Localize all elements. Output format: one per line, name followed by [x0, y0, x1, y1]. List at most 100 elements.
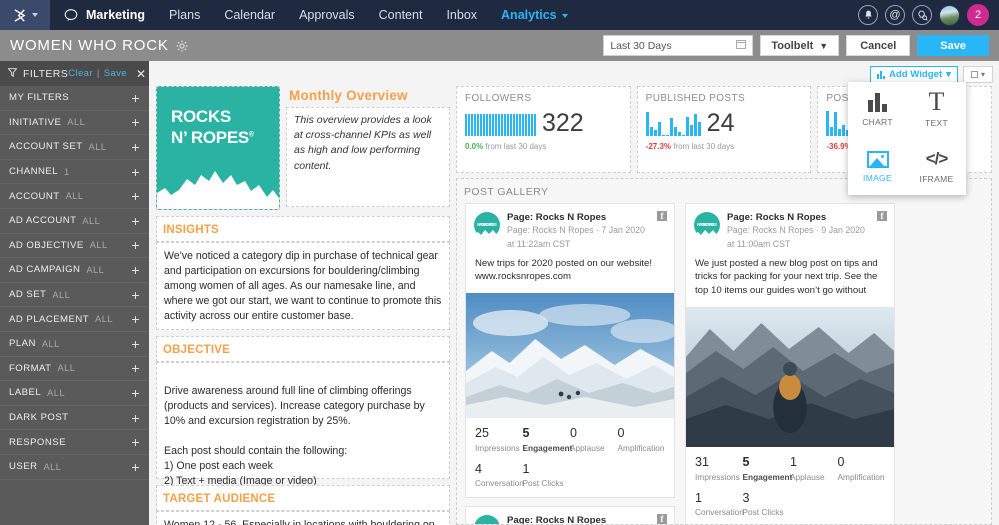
- stat-post-clicks: 1 Post Clicks: [523, 462, 571, 488]
- sidebar-item-initiative[interactable]: INITIATIVE ALL +: [0, 111, 149, 136]
- plus-icon[interactable]: +: [131, 238, 140, 252]
- monthly-overview-body-widget[interactable]: This overview provides a look at cross-c…: [286, 107, 450, 207]
- sidebar-item-format[interactable]: FORMAT ALL +: [0, 357, 149, 382]
- plus-icon[interactable]: +: [131, 312, 140, 326]
- plus-icon[interactable]: +: [131, 165, 140, 179]
- sidebar-item-label[interactable]: LABEL ALL +: [0, 381, 149, 406]
- sidebar-item-account[interactable]: ACCOUNT ALL +: [0, 184, 149, 209]
- gear-icon[interactable]: [176, 40, 188, 52]
- target-audience-title-widget[interactable]: TARGET AUDIENCE: [156, 485, 450, 511]
- nav-item-analytics[interactable]: Analytics: [489, 0, 580, 30]
- add-widget-button[interactable]: Add Widget ▾: [869, 66, 958, 83]
- plus-icon[interactable]: +: [131, 189, 140, 203]
- filters-clear-link[interactable]: Clear: [68, 68, 93, 79]
- objective-title-widget[interactable]: OBJECTIVE: [156, 336, 450, 362]
- save-button[interactable]: Save: [917, 35, 989, 56]
- sidebar-item-plan[interactable]: PLAN ALL +: [0, 332, 149, 357]
- insights-title-widget[interactable]: INSIGHTS: [156, 216, 450, 242]
- kpi-followers[interactable]: FOLLOWERS 322 0.0% from last 30 days: [456, 86, 631, 173]
- plus-icon[interactable]: +: [131, 214, 140, 228]
- layout-dropdown-button[interactable]: ▾: [963, 66, 993, 83]
- plus-icon[interactable]: +: [131, 91, 140, 105]
- plus-icon[interactable]: +: [131, 337, 140, 351]
- nav-item-inbox[interactable]: Inbox: [434, 0, 489, 30]
- user-avatar[interactable]: [939, 4, 960, 26]
- sidebar-item-ad-account[interactable]: AD ACCOUNT ALL +: [0, 209, 149, 234]
- sidebar-item-label: DARK POST: [9, 412, 69, 424]
- sidebar-item-ad-placement[interactable]: AD PLACEMENT ALL +: [0, 307, 149, 332]
- post-stats-row-2: 1 Conversation 3 Post Clicks: [695, 491, 885, 517]
- widget-option-image[interactable]: IMAGE: [848, 139, 907, 196]
- plus-icon[interactable]: +: [131, 411, 140, 425]
- sidebar-item-ad-campaign[interactable]: AD CAMPAIGN ALL +: [0, 258, 149, 283]
- bell-icon[interactable]: [858, 5, 878, 25]
- stat-applause: 0 Applause: [570, 426, 618, 452]
- toolbelt-dropdown[interactable]: Toolbelt ▼: [760, 35, 840, 56]
- stat-conversation: 4 Conversation: [475, 462, 524, 488]
- lightbulb-search-icon[interactable]: [912, 5, 932, 25]
- kpi-value: 322: [542, 108, 584, 137]
- post-card[interactable]: ROCKS N’ ROPES Page: Rocks N Ropes Page: …: [685, 203, 895, 524]
- report-left-column: ROCKS N’ ROPES® Monthly Overview This ov…: [156, 86, 450, 525]
- stat-label: Post Clicks: [742, 506, 784, 517]
- post-timestamp-line2: at 11:22am CST: [507, 238, 571, 249]
- cancel-button[interactable]: Cancel: [846, 35, 911, 56]
- plus-icon[interactable]: +: [131, 361, 140, 375]
- sidebar-item-my-filters[interactable]: MY FILTERS +: [0, 86, 149, 111]
- sidebar-item-account-set[interactable]: ACCOUNT SET ALL +: [0, 135, 149, 160]
- nav-item-content[interactable]: Content: [367, 0, 435, 30]
- sparkline-chart: [645, 110, 701, 136]
- sidebar-item-value: ALL: [43, 461, 62, 472]
- user-count-badge[interactable]: 2: [967, 4, 989, 26]
- filters-title: FILTERS: [23, 67, 69, 80]
- target-audience-body-widget[interactable]: Women 12 - 56. Especially in locations w…: [156, 511, 450, 525]
- sidebar-item-value: ALL: [57, 363, 76, 374]
- insights-body-widget[interactable]: We've noticed a category dip in purchase…: [156, 242, 450, 330]
- sidebar-item-channel[interactable]: CHANNEL 1 +: [0, 160, 149, 185]
- post-text: New trips for 2020 posted on our website…: [475, 257, 653, 283]
- close-icon[interactable]: ✕: [136, 67, 146, 81]
- sidebar-item-value: ALL: [86, 264, 105, 275]
- post-meta: Page: Rocks N Ropes: [507, 515, 606, 524]
- nav-item-plans[interactable]: Plans: [157, 0, 212, 30]
- post-card[interactable]: ROCKS N’ ROPES Page: Rocks N Ropes Page: …: [465, 203, 675, 499]
- chat-bubble-icon[interactable]: [64, 8, 78, 22]
- avatar-text: ROCKSN’ ROPES: [477, 222, 497, 227]
- widget-option-iframe[interactable]: </> IFRAME: [907, 139, 966, 196]
- monthly-overview-title-widget[interactable]: Monthly Overview: [286, 86, 450, 107]
- widget-option-chart[interactable]: CHART: [848, 82, 907, 139]
- plus-icon[interactable]: +: [131, 288, 140, 302]
- bar-chart-icon: [868, 93, 887, 113]
- sidebar-item-ad-objective[interactable]: AD OBJECTIVE ALL +: [0, 234, 149, 259]
- kpi-published-posts[interactable]: PUBLISHED POSTS 24 -27.3% from last 30 d…: [636, 86, 812, 173]
- nav-item-calendar[interactable]: Calendar: [212, 0, 287, 30]
- plus-icon[interactable]: +: [131, 460, 140, 474]
- filters-save-link[interactable]: Save: [104, 68, 127, 79]
- sidebar-item-dark-post[interactable]: DARK POST +: [0, 406, 149, 431]
- sidebar-item-ad-set[interactable]: AD SET ALL +: [0, 283, 149, 308]
- app-logo-button[interactable]: [0, 0, 50, 30]
- stat-label: Impressions: [475, 442, 520, 453]
- plus-icon[interactable]: +: [131, 263, 140, 277]
- date-range-selector[interactable]: Last 30 Days: [603, 35, 754, 56]
- plus-icon[interactable]: +: [131, 140, 140, 154]
- main-nav-links: Marketing Plans Calendar Approvals Conte…: [86, 0, 580, 30]
- sidebar-item-label: LABEL: [9, 387, 42, 399]
- objective-body-widget[interactable]: Drive awareness around full line of clim…: [156, 362, 450, 502]
- gallery-column-1: ROCKS N’ ROPES Page: Rocks N Ropes Page: …: [465, 203, 675, 524]
- nav-item-approvals[interactable]: Approvals: [287, 0, 367, 30]
- stat-label: Engagement: [522, 442, 573, 453]
- widget-option-text[interactable]: T TEXT: [907, 82, 966, 139]
- nav-item-marketing[interactable]: Marketing: [86, 0, 157, 30]
- plus-icon[interactable]: +: [131, 435, 140, 449]
- post-card[interactable]: ROCKSN’ ROPES Page: Rocks N Ropes f: [465, 506, 675, 524]
- plus-icon[interactable]: +: [131, 386, 140, 400]
- plus-icon[interactable]: +: [131, 115, 140, 129]
- layout-square-icon: [970, 71, 978, 78]
- at-mention-icon[interactable]: @: [885, 5, 905, 25]
- sidebar-item-user[interactable]: USER ALL +: [0, 455, 149, 480]
- chevron-down-icon: ▾: [980, 70, 985, 79]
- brand-logo-widget[interactable]: ROCKS N’ ROPES®: [156, 86, 280, 210]
- sidebar-item-label: CHANNEL: [9, 166, 58, 178]
- sidebar-item-response[interactable]: RESPONSE +: [0, 430, 149, 455]
